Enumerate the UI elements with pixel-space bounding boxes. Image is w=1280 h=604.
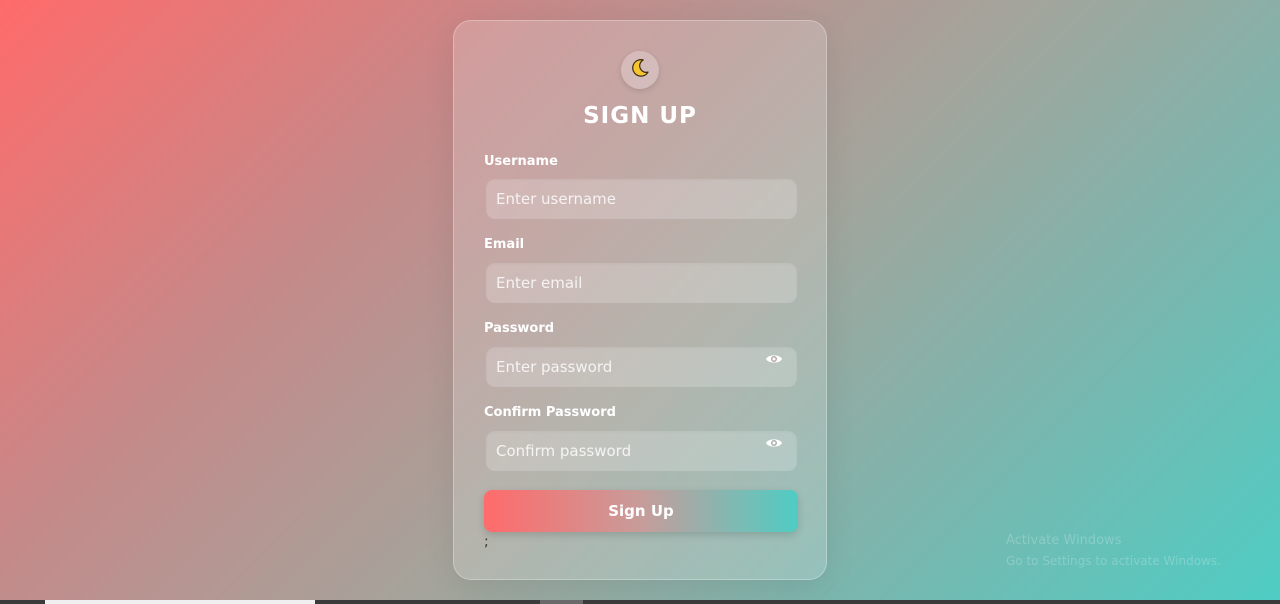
password-label: Password (484, 321, 555, 336)
watermark-line-2: Go to Settings to activate Windows. (1006, 554, 1221, 568)
confirm-password-visibility-toggle-eye-icon[interactable] (765, 435, 783, 449)
sign-up-button[interactable]: Sign Up (484, 490, 798, 532)
username-label: Username (484, 154, 558, 169)
taskbar-segment (540, 600, 583, 604)
taskbar-segment (45, 600, 315, 604)
theme-toggle-button[interactable] (621, 51, 659, 89)
watermark-line-1: Activate Windows (1006, 533, 1122, 548)
page-title: SIGN UP (583, 103, 697, 129)
confirm-password-input[interactable] (486, 431, 797, 471)
stray-text: ; (484, 534, 489, 550)
email-label: Email (484, 237, 525, 252)
activate-windows-watermark: Activate Windows Go to Settings to activ… (1006, 530, 1221, 572)
signup-card: SIGN UP Username Email Password Confirm … (453, 20, 827, 580)
password-input[interactable] (486, 347, 797, 387)
taskbar-strip (0, 600, 1280, 604)
moon-icon (629, 57, 651, 83)
confirm-password-label: Confirm Password (484, 405, 616, 420)
email-input[interactable] (486, 263, 797, 303)
username-input[interactable] (486, 179, 797, 219)
password-visibility-toggle-eye-icon[interactable] (765, 351, 783, 365)
